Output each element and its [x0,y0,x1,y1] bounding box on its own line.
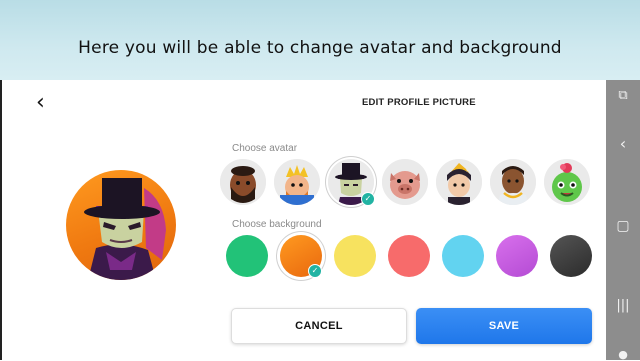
background-option-red[interactable] [388,235,430,277]
choose-background-label: Choose background [232,219,322,230]
recents-nav-icon[interactable]: ||| [606,298,640,313]
background-option-light-blue[interactable] [442,235,484,277]
system-navigation-bar: ⧉ ‹ ▢ ||| ● [606,80,640,361]
avatar-option-dark-haired-kid[interactable] [436,159,482,205]
choose-avatar-label: Choose avatar [232,143,298,154]
avatar-option-boy-with-necklace[interactable] [490,159,536,205]
banner-text: Here you will be able to change avatar a… [78,38,562,58]
home-nav-icon[interactable]: ▢ [606,218,640,234]
back-arrow-icon[interactable]: ‹ [36,92,45,114]
background-option-black[interactable] [550,235,592,277]
screenshot-icon[interactable]: ⧉ [606,88,640,103]
avatar-option-king[interactable] [274,159,320,205]
background-option-yellow[interactable] [334,235,376,277]
accessibility-icon[interactable]: ● [606,348,640,361]
instruction-banner: Here you will be able to change avatar a… [0,0,640,80]
save-button[interactable]: SAVE [416,308,592,344]
avatar-option-spike-cactus[interactable] [544,159,590,205]
page-title: EDIT PROFILE PICTURE [362,97,476,108]
avatar-option-bearded-brawler[interactable] [220,159,266,205]
avatar-option-pig[interactable] [382,159,428,205]
profile-picture-preview [66,170,176,280]
background-option-green[interactable] [226,235,268,277]
background-option-purple[interactable] [496,235,538,277]
background-selected-check-icon: ✓ [308,264,322,278]
avatar-selected-check-icon: ✓ [361,192,375,206]
mortis-preview-image [84,178,166,280]
cancel-button[interactable]: CANCEL [231,308,407,344]
back-nav-icon[interactable]: ‹ [606,134,640,153]
